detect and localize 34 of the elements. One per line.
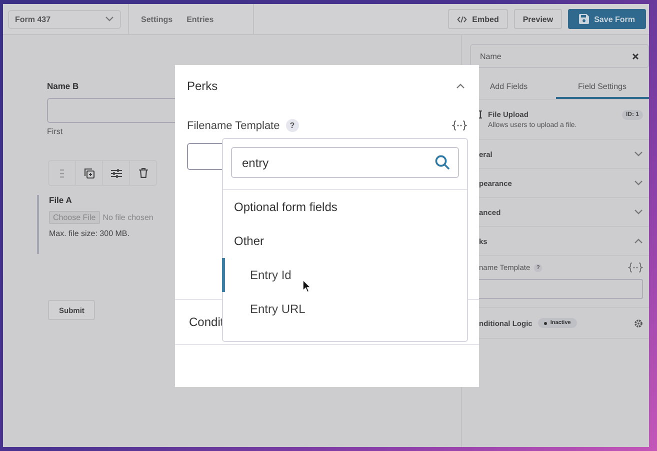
group-heading: Other (233, 233, 266, 250)
help-badge[interactable]: ? (286, 119, 299, 132)
setting-label: Filename Template (187, 120, 280, 132)
search-field[interactable]: entry (231, 147, 459, 178)
file-status: No file chosen (102, 213, 154, 222)
nav-link[interactable]: Entries (186, 14, 214, 24)
chevron-down-icon[interactable] (634, 151, 643, 157)
cursor-icon (302, 279, 311, 293)
preview-button[interactable]: Preview (514, 9, 562, 29)
group-heading: Optional form fields (233, 199, 338, 216)
search-icon[interactable] (435, 155, 450, 170)
nav-link[interactable]: Settings (141, 14, 173, 24)
menu-item[interactable]: Entry URL (222, 292, 467, 326)
field-type-icon (479, 110, 482, 119)
file-hint: Max. file size: 300 MB. (49, 229, 130, 238)
chevron-up-icon[interactable] (456, 83, 465, 89)
embed-button[interactable]: Embed (448, 9, 508, 29)
gear-icon[interactable] (634, 318, 643, 328)
chevron-down-icon[interactable] (634, 180, 643, 186)
merge-tag-icon[interactable] (628, 262, 643, 273)
chevron-down-icon[interactable] (105, 16, 114, 22)
close-icon[interactable] (632, 52, 639, 60)
chevron-down-icon[interactable] (634, 209, 643, 215)
field-label: Name B (47, 81, 79, 91)
chevron-up-icon[interactable] (634, 238, 643, 244)
modal-title: Perks (187, 79, 218, 93)
merge-tag-icon[interactable] (452, 120, 467, 131)
save-button[interactable]: Save Form (568, 9, 646, 29)
code-icon (457, 16, 468, 22)
field-sublabel: First (47, 127, 64, 136)
form-select[interactable]: Form 437 (8, 10, 121, 28)
tab[interactable]: Field Settings (556, 75, 649, 99)
field-label: File A (49, 195, 72, 205)
search-field[interactable]: Name (470, 44, 649, 68)
